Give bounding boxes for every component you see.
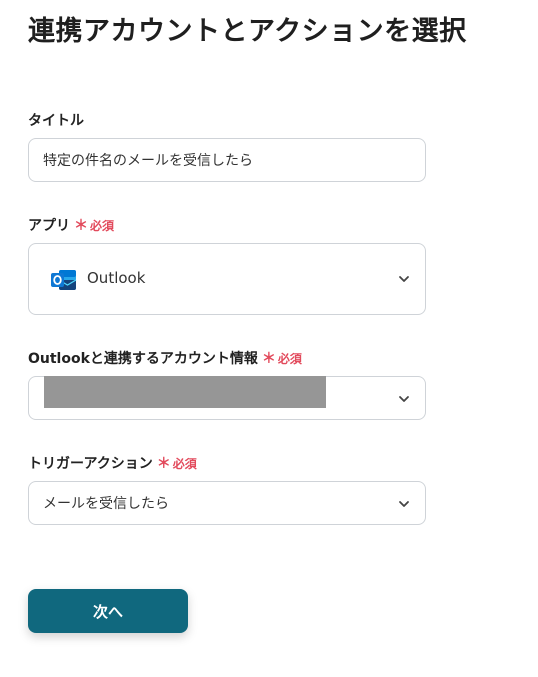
- required-star: ＊: [261, 351, 276, 367]
- app-select[interactable]: Outlook: [28, 243, 426, 315]
- title-field-label: タイトル: [28, 110, 84, 130]
- required-badge: ＊ 必須: [74, 215, 114, 235]
- required-badge: ＊ 必須: [157, 453, 197, 473]
- required-star: ＊: [74, 218, 88, 234]
- required-text: 必須: [90, 218, 115, 233]
- trigger-action-value: メールを受信したら: [43, 496, 169, 512]
- app-label-text: アプリ: [28, 218, 70, 234]
- title-label-text: タイトル: [28, 113, 84, 129]
- account-field-label: Outlookと連携するアカウント情報 ＊ 必須: [28, 348, 302, 368]
- page-title: 連携アカウントとアクションを選択: [28, 16, 467, 47]
- trigger-action-field-label: トリガーアクション ＊ 必須: [28, 453, 197, 473]
- page: 連携アカウントとアクションを選択 タイトル 特定の件名のメールを受信したら アプ…: [0, 0, 538, 677]
- title-input[interactable]: 特定の件名のメールを受信したら: [28, 138, 426, 182]
- chevron-down-icon: [399, 276, 409, 282]
- trigger-action-select[interactable]: メールを受信したら: [28, 481, 426, 525]
- title-input-value: 特定の件名のメールを受信したら: [43, 153, 253, 169]
- next-button[interactable]: 次へ: [28, 589, 188, 633]
- required-text: 必須: [172, 456, 197, 471]
- required-badge: ＊ 必須: [262, 348, 302, 368]
- redacted-account-value: [44, 376, 326, 408]
- trigger-action-label-text: トリガーアクション: [28, 456, 153, 472]
- account-select[interactable]: [28, 376, 426, 420]
- account-label-text: Outlookと連携するアカウント情報: [28, 351, 258, 367]
- required-text: 必須: [277, 351, 302, 366]
- app-select-value: Outlook: [87, 269, 146, 287]
- chevron-down-icon: [399, 396, 409, 402]
- app-field-label: アプリ ＊ 必須: [28, 215, 114, 235]
- required-star: ＊: [156, 456, 171, 472]
- chevron-down-icon: [399, 501, 409, 507]
- outlook-icon: [51, 270, 77, 290]
